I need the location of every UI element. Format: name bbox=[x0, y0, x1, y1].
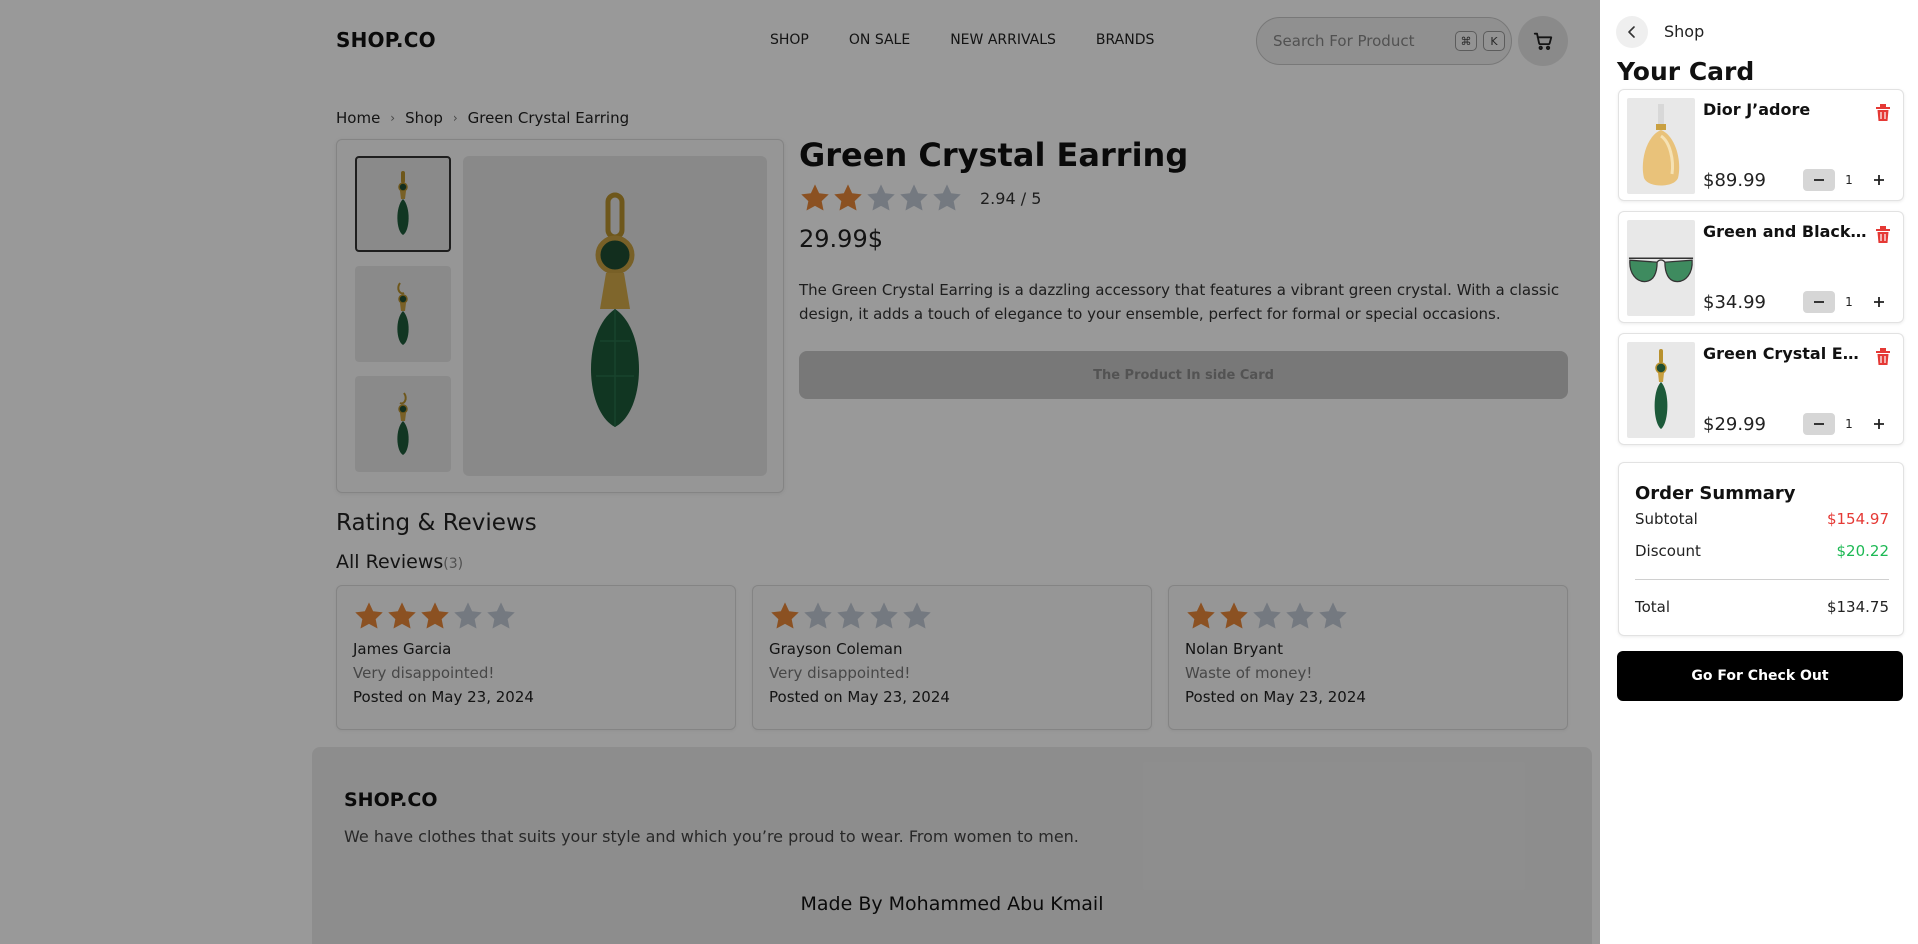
plus-icon bbox=[1874, 297, 1884, 307]
total-value: $134.75 bbox=[1826, 598, 1889, 616]
quantity-value: 1 bbox=[1845, 295, 1853, 309]
plus-icon bbox=[1874, 419, 1884, 429]
plus-icon bbox=[1874, 175, 1884, 185]
earring-image bbox=[1654, 349, 1668, 429]
trash-icon[interactable] bbox=[1875, 348, 1891, 366]
cart-item-price: $89.99 bbox=[1703, 170, 1766, 191]
quantity-stepper: 1 bbox=[1803, 412, 1895, 436]
glasses-image bbox=[1628, 257, 1694, 283]
product-thumbnail bbox=[1627, 220, 1695, 316]
order-summary: Order Summary Subtotal $154.97 Discount … bbox=[1618, 462, 1904, 636]
trash-icon[interactable] bbox=[1875, 226, 1891, 244]
total-row: Total $134.75 bbox=[1635, 598, 1889, 616]
product-thumbnail bbox=[1627, 342, 1695, 438]
cart-drawer: Shop Your Card Dior J’adore $89.99 1 Gre… bbox=[1600, 0, 1918, 944]
cart-item: Green Crystal Earring $29.99 1 bbox=[1618, 333, 1904, 445]
decrease-button[interactable] bbox=[1803, 169, 1835, 191]
discount-row: Discount $20.22 bbox=[1635, 542, 1889, 560]
increase-button[interactable] bbox=[1863, 413, 1895, 435]
quantity-stepper: 1 bbox=[1803, 290, 1895, 314]
summary-divider bbox=[1635, 579, 1889, 580]
subtotal-value: $154.97 bbox=[1826, 510, 1889, 528]
chevron-left-icon bbox=[1628, 26, 1635, 38]
cart-item-name: Green Crystal Earring bbox=[1703, 344, 1869, 363]
cart-item-name: Dior J’adore bbox=[1703, 100, 1811, 119]
cart-title: Your Card bbox=[1617, 57, 1755, 86]
increase-button[interactable] bbox=[1863, 169, 1895, 191]
order-summary-title: Order Summary bbox=[1635, 483, 1796, 504]
subtotal-row: Subtotal $154.97 bbox=[1635, 510, 1889, 528]
decrease-button[interactable] bbox=[1803, 291, 1835, 313]
back-button[interactable] bbox=[1616, 16, 1648, 48]
trash-icon[interactable] bbox=[1875, 104, 1891, 122]
minus-icon bbox=[1814, 179, 1824, 181]
perfume-image bbox=[1642, 104, 1680, 186]
minus-icon bbox=[1814, 423, 1824, 425]
minus-icon bbox=[1814, 301, 1824, 303]
checkout-button[interactable]: Go For Check Out bbox=[1617, 651, 1903, 701]
subtotal-label: Subtotal bbox=[1635, 510, 1698, 528]
discount-value: $20.22 bbox=[1836, 542, 1890, 560]
quantity-stepper: 1 bbox=[1803, 168, 1895, 192]
modal-backdrop[interactable] bbox=[0, 0, 1600, 944]
discount-label: Discount bbox=[1635, 542, 1701, 560]
back-label[interactable]: Shop bbox=[1664, 22, 1704, 41]
cart-item-price: $34.99 bbox=[1703, 292, 1766, 313]
product-thumbnail bbox=[1627, 98, 1695, 194]
cart-item: Dior J’adore $89.99 1 bbox=[1618, 89, 1904, 201]
total-label: Total bbox=[1635, 598, 1671, 616]
increase-button[interactable] bbox=[1863, 291, 1895, 313]
quantity-value: 1 bbox=[1845, 417, 1853, 431]
cart-item: Green and Black Glasses $34.99 1 bbox=[1618, 211, 1904, 323]
quantity-value: 1 bbox=[1845, 173, 1853, 187]
cart-item-price: $29.99 bbox=[1703, 414, 1766, 435]
cart-item-name: Green and Black Glasses bbox=[1703, 222, 1869, 241]
decrease-button[interactable] bbox=[1803, 413, 1835, 435]
